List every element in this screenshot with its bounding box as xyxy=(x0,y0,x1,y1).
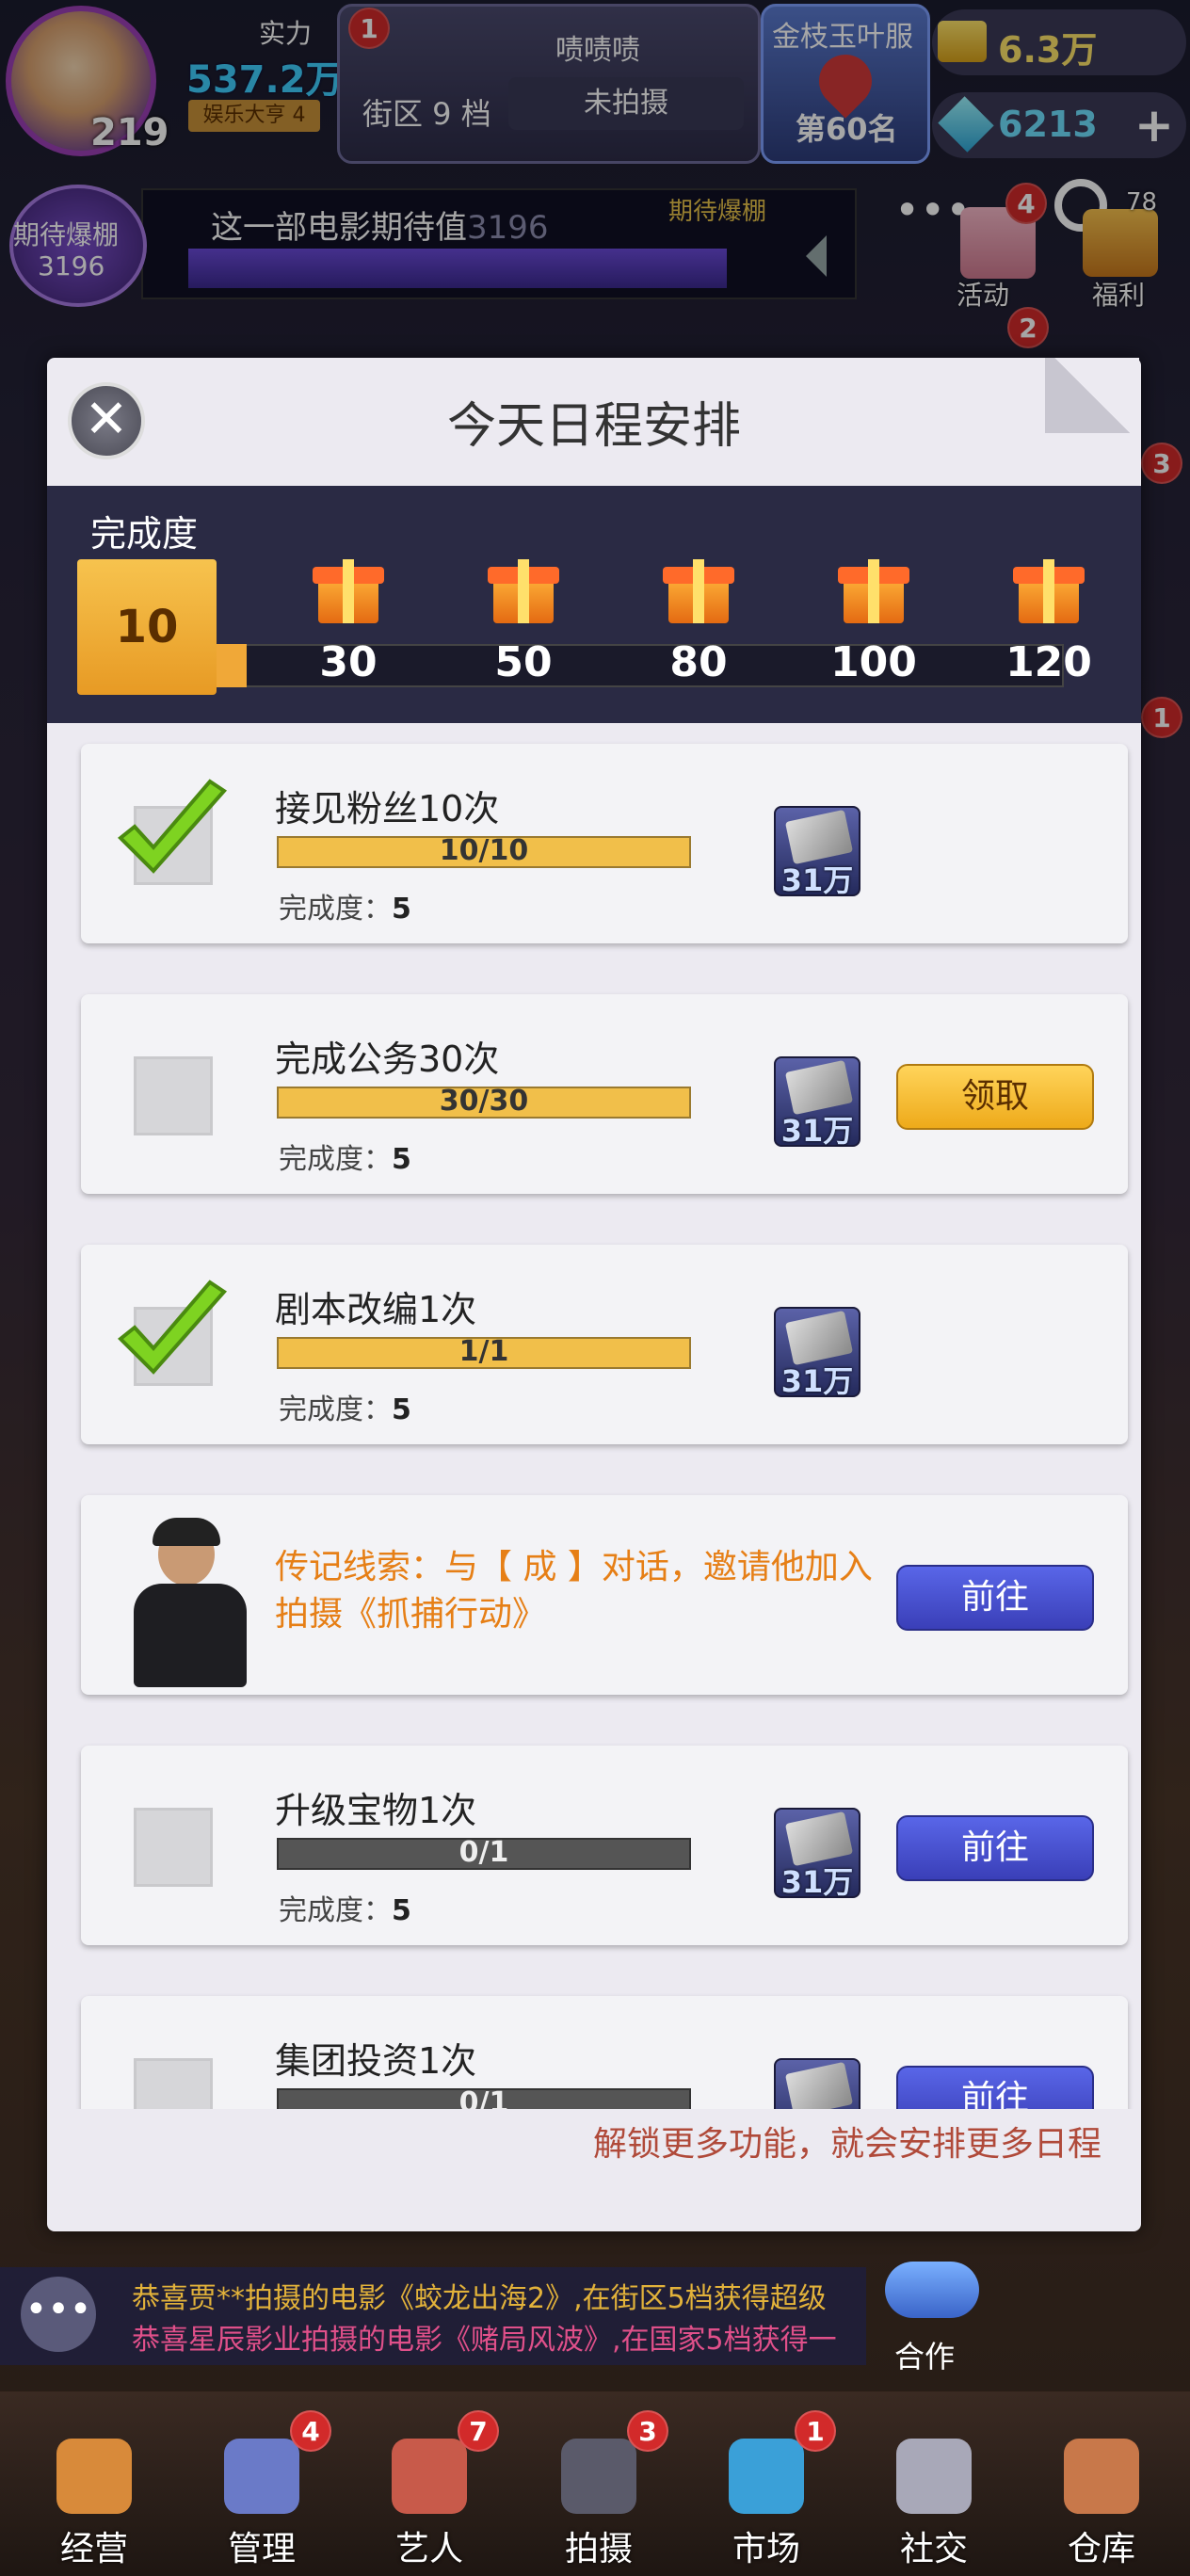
story-text: 传记线索：与【 成 】对话，邀请他加入拍摄《抓捕行动》 xyxy=(275,1548,873,1634)
task-title: 剧本改编1次 xyxy=(275,1289,477,1330)
milestone-label: 30 xyxy=(319,638,378,686)
nav-item[interactable]: 仓库 xyxy=(1026,2391,1177,2576)
nav-badge: 7 xyxy=(458,2410,499,2452)
task-completion: 完成度：5 xyxy=(279,1393,411,1426)
nav-icon xyxy=(224,2439,299,2514)
milestone-label: 50 xyxy=(494,638,553,686)
task-card: 传记线索：与【 成 】对话，邀请他加入拍摄《抓捕行动》 前往 xyxy=(81,1495,1128,1695)
nav-label: 管理 xyxy=(227,2530,296,2568)
checkmark-icon xyxy=(118,779,228,874)
nav-icon xyxy=(56,2439,132,2514)
reward-cash-icon: 31万 xyxy=(774,1808,860,1900)
task-title: 完成公务30次 xyxy=(275,1038,500,1080)
gift-icon[interactable] xyxy=(838,554,909,625)
nav-item[interactable]: 经营 xyxy=(19,2391,169,2576)
reward-cash-icon: 31万 xyxy=(774,1056,860,1149)
cooperation-label: 合作 xyxy=(894,2339,956,2375)
gift-icon[interactable] xyxy=(1013,554,1085,625)
task-card: 升级宝物1次 0/1 完成度：5 31万 前往 xyxy=(81,1746,1128,1945)
task-completion: 完成度：5 xyxy=(279,1143,411,1176)
reward-cash-icon: 31万 xyxy=(774,2058,860,2109)
nav-label: 拍摄 xyxy=(564,2530,633,2568)
nav-label: 经营 xyxy=(59,2530,128,2568)
gift-icon[interactable] xyxy=(313,554,384,625)
nav-badge: 3 xyxy=(627,2410,668,2452)
task-progress-bar: 10/10 xyxy=(277,834,691,868)
go-button[interactable]: 前往 xyxy=(896,1565,1094,1631)
task-title: 接见粉丝10次 xyxy=(275,788,500,829)
task-checkbox xyxy=(134,1808,213,1887)
task-checkbox xyxy=(134,2058,213,2109)
gift-icon[interactable] xyxy=(488,554,559,625)
reward-cash-icon: 31万 xyxy=(774,806,860,898)
task-title: 升级宝物1次 xyxy=(275,1790,477,1831)
nav-label: 仓库 xyxy=(1067,2530,1135,2568)
task-progress-text: 10/10 xyxy=(439,834,529,867)
progress-current: 10 xyxy=(77,559,217,695)
task-completion: 完成度：5 xyxy=(279,893,411,926)
nav-item[interactable]: 拍摄 3 xyxy=(523,2391,674,2576)
task-progress-text: 0/1 xyxy=(458,2086,509,2109)
handshake-icon xyxy=(885,2262,979,2318)
go-button[interactable]: 前往 xyxy=(896,1815,1094,1881)
nav-icon xyxy=(896,2439,972,2514)
task-title: 集团投资1次 xyxy=(275,2040,477,2082)
task-card: 接见粉丝10次 10/10 完成度：5 31万 xyxy=(81,744,1128,943)
progress-label: 完成度 xyxy=(90,513,199,555)
footer-note: 解锁更多功能，就会安排更多日程 xyxy=(592,2125,1102,2164)
checkmark-icon xyxy=(118,1280,228,1375)
nav-label: 市场 xyxy=(732,2530,800,2568)
task-progress-text: 0/1 xyxy=(458,1836,509,1869)
reward-cash-icon: 31万 xyxy=(774,1307,860,1399)
close-button[interactable]: ✕ xyxy=(68,382,145,459)
milestone-label: 100 xyxy=(830,638,917,686)
chat-icon[interactable]: ••• xyxy=(21,2277,96,2352)
task-progress-bar: 30/30 xyxy=(277,1085,691,1119)
nav-label: 社交 xyxy=(899,2530,968,2568)
ticker-line-2: 恭喜星辰影业拍摄的电影《赌局风波》,在国家5档获得一 xyxy=(132,2324,837,2357)
go-button[interactable]: 前往 xyxy=(896,2066,1094,2109)
nav-icon xyxy=(561,2439,636,2514)
nav-icon xyxy=(1064,2439,1139,2514)
modal-title: 今天日程安排 xyxy=(446,398,741,455)
nav-item[interactable]: 艺人 7 xyxy=(354,2391,505,2576)
task-card: 剧本改编1次 1/1 完成度：5 31万 xyxy=(81,1245,1128,1444)
nav-icon xyxy=(729,2439,804,2514)
character-portrait xyxy=(124,1518,256,1691)
nav-item[interactable]: 市场 1 xyxy=(691,2391,842,2576)
nav-badge: 1 xyxy=(795,2410,836,2452)
claim-button[interactable]: 领取 xyxy=(896,1064,1094,1130)
nav-item[interactable]: 管理 4 xyxy=(186,2391,337,2576)
nav-badge: 4 xyxy=(290,2410,331,2452)
milestone-label: 120 xyxy=(1005,638,1092,686)
task-progress-bar: 0/1 xyxy=(277,2086,691,2109)
task-completion: 完成度：5 xyxy=(279,1894,411,1927)
task-card: 集团投资1次0/1完成度：531万前往 xyxy=(81,1996,1128,2109)
milestone-label: 80 xyxy=(669,638,728,686)
ticker-line-1: 恭喜贾**拍摄的电影《蛟龙出海2》,在街区5档获得超级 xyxy=(132,2282,827,2315)
nav-item[interactable]: 社交 xyxy=(859,2391,1009,2576)
task-progress-bar: 0/1 xyxy=(277,1836,691,1870)
task-list[interactable]: 接见粉丝10次 10/10 完成度：5 31万 完成公务30次 30/30 完成度：5 31万… xyxy=(47,734,1141,2109)
task-progress-text: 1/1 xyxy=(458,1335,509,1368)
task-card: 完成公务30次 30/30 完成度：5 31万 领取 xyxy=(81,994,1128,1194)
task-checkbox xyxy=(134,1056,213,1135)
task-progress-bar: 1/1 xyxy=(277,1335,691,1369)
nav-label: 艺人 xyxy=(394,2530,463,2568)
gift-icon[interactable] xyxy=(663,554,734,625)
nav-icon xyxy=(392,2439,467,2514)
task-progress-text: 30/30 xyxy=(439,1085,529,1118)
